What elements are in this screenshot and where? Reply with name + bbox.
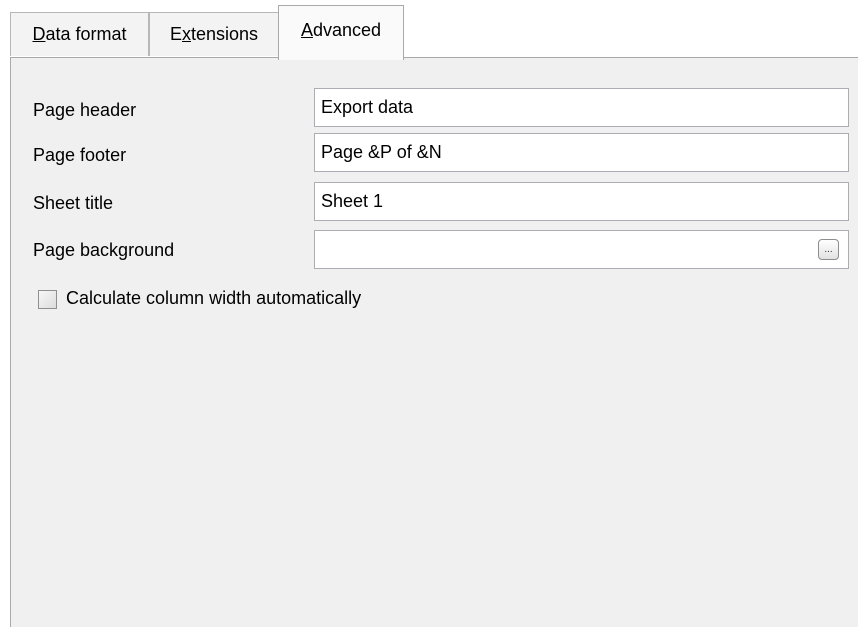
tab-bar: Data format Ex tensions Advanced [0,0,858,60]
page-background-label: Page background [33,240,175,260]
tab-data-format-accel: D [32,24,46,44]
page-background-input[interactable]: ... [314,230,849,269]
tab-advanced-accel: A [300,20,313,40]
browse-button[interactable]: ... [818,239,839,260]
page-header-input[interactable]: Export data [314,88,849,127]
sheet-title-label: Sheet title [33,193,114,213]
auto-column-width-label[interactable]: Calculate column width automatically [66,288,361,309]
page-footer-label: Page footer [33,145,127,165]
tab-extensions-accel: x [181,24,191,44]
sheet-title-value: Sheet 1 [321,191,384,211]
page-footer-value: Page &P of &N [321,142,442,162]
tab-extensions-prefix: E [169,24,182,44]
page-header-value: Export data [321,97,414,117]
tab-advanced[interactable]: Advanced [278,5,404,60]
tab-data-format[interactable]: Data format [10,12,149,56]
auto-column-width-checkbox[interactable] [38,290,57,309]
tab-extensions[interactable]: Ex tensions [149,12,279,56]
tab-advanced-label: dvanced [312,20,382,40]
ellipsis-icon: ... [824,243,833,255]
page-footer-input[interactable]: Page &P of &N [314,133,849,172]
sheet-title-input[interactable]: Sheet 1 [314,182,849,221]
tab-extensions-label: tensions [190,24,259,44]
page-header-label: Page header [33,100,137,120]
tab-data-format-label: ata format [45,24,127,44]
